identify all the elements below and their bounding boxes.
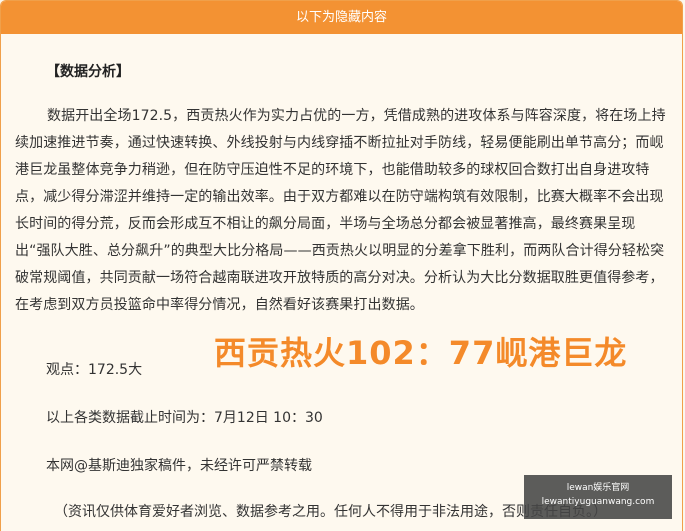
cutoff-time-text: 以上各类数据截止时间为：7月12日 10：30 (46, 410, 323, 426)
hidden-content-banner: 以下为隐藏内容 (1, 1, 682, 34)
section-heading: 【数据分析】 (46, 64, 130, 80)
score-overlay: 西贡热火102：77岘港巨龙 (214, 334, 628, 372)
site-watermark: lewan娱乐官网 lewantiyuguanwang.com (524, 475, 672, 519)
watermark-line2: lewantiyuguanwang.com (541, 497, 655, 507)
viewpoint-text: 观点：172.5大 (46, 362, 143, 378)
copyright-notice: 本网@基斯迪独家稿件，未经许可严禁转载 (46, 458, 312, 474)
analysis-paragraph: 数据开出全场172.5，西贡热火作为实力占优的一方，凭借成熟的进攻体系与阵容深度… (15, 108, 666, 313)
watermark-line1: lewan娱乐官网 (566, 483, 630, 493)
